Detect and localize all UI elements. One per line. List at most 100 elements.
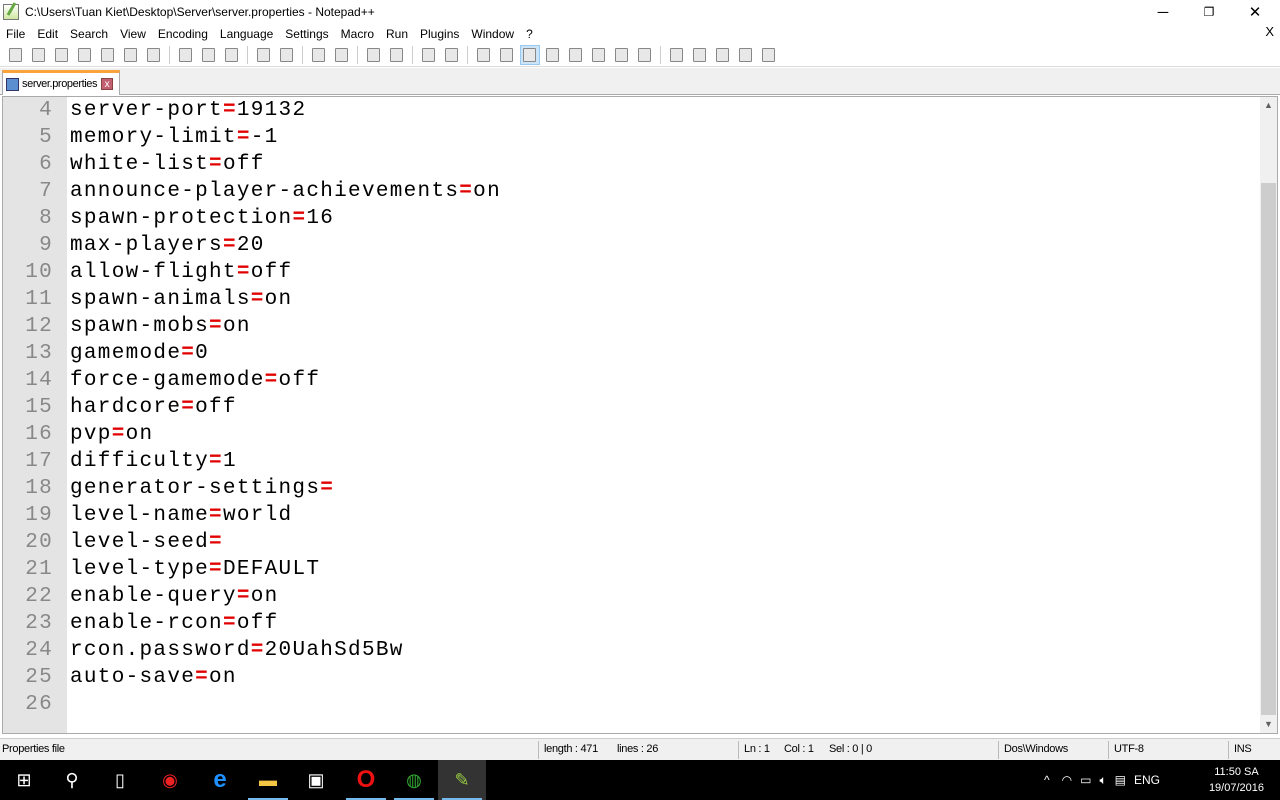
- open-file-icon[interactable]: [29, 45, 49, 65]
- code-line[interactable]: 21 level-type=DEFAULT: [3, 556, 1259, 583]
- sync-horizontal-icon[interactable]: [442, 45, 462, 65]
- code-line[interactable]: 18 generator-settings=: [3, 475, 1259, 502]
- find-icon[interactable]: [309, 45, 329, 65]
- menu-edit[interactable]: Edit: [31, 27, 64, 41]
- code-line[interactable]: 11 spawn-animals=on: [3, 286, 1259, 313]
- minimize-button[interactable]: ─: [1140, 0, 1186, 24]
- code-line[interactable]: 15 hardcore=off: [3, 394, 1259, 421]
- save-macro-icon[interactable]: [759, 45, 779, 65]
- vertical-scrollbar[interactable]: ▲ ▼: [1260, 97, 1277, 733]
- menu-plugins[interactable]: Plugins: [414, 27, 465, 41]
- replace-icon[interactable]: [332, 45, 352, 65]
- start-windows-icon[interactable]: ⊞: [0, 760, 48, 800]
- menu-view[interactable]: View: [114, 27, 152, 41]
- word-wrap-icon[interactable]: [474, 45, 494, 65]
- save-all-icon[interactable]: [75, 45, 95, 65]
- undo-icon[interactable]: [254, 45, 274, 65]
- code-line[interactable]: 7 announce-player-achievements=on: [3, 178, 1259, 205]
- code-line[interactable]: 8 spawn-protection=16: [3, 205, 1259, 232]
- function-list-icon[interactable]: [589, 45, 609, 65]
- indent-guide-icon[interactable]: [519, 44, 540, 65]
- code-line[interactable]: 13 gamemode=0: [3, 340, 1259, 367]
- language-indicator[interactable]: ENG: [1134, 773, 1160, 787]
- menu-run[interactable]: Run: [380, 27, 414, 41]
- battery-icon[interactable]: ▭: [1080, 773, 1091, 787]
- cut-icon[interactable]: [176, 45, 196, 65]
- restore-button[interactable]: ❐: [1186, 0, 1232, 24]
- close-icon[interactable]: [98, 45, 118, 65]
- folder-as-workspace-icon[interactable]: [612, 45, 632, 65]
- tab-server-properties[interactable]: server.properties x: [2, 70, 120, 95]
- editor[interactable]: 4 server-port=19132 5 memory-limit=-1 6 white…: [2, 96, 1278, 734]
- code-line[interactable]: 4 server-port=19132: [3, 97, 1259, 124]
- close-document-button[interactable]: X: [1265, 24, 1274, 39]
- code-line[interactable]: 22 enable-query=on: [3, 583, 1259, 610]
- opera-icon[interactable]: O: [342, 760, 390, 800]
- close-button[interactable]: ✕: [1232, 0, 1278, 24]
- editor-lines[interactable]: 4 server-port=19132 5 memory-limit=-1 6 white…: [3, 97, 1259, 718]
- code-line[interactable]: 26: [3, 691, 1259, 718]
- edge-icon[interactable]: e: [196, 760, 244, 800]
- task-view-icon[interactable]: ▯: [96, 760, 144, 800]
- menu-language[interactable]: Language: [214, 27, 279, 41]
- menu-window[interactable]: Window: [465, 27, 520, 41]
- recorder-app-icon[interactable]: ◉: [146, 760, 194, 800]
- play-macro-icon[interactable]: [713, 45, 733, 65]
- menu-settings[interactable]: Settings: [279, 27, 334, 41]
- menu-search[interactable]: Search: [64, 27, 114, 41]
- code-line[interactable]: 23 enable-rcon=off: [3, 610, 1259, 637]
- notepadpp-taskbar-icon[interactable]: ✎: [438, 760, 486, 800]
- scroll-down-icon[interactable]: ▼: [1260, 716, 1277, 733]
- monitoring-icon[interactable]: [635, 45, 655, 65]
- code-line[interactable]: 16 pvp=on: [3, 421, 1259, 448]
- line-text: pvp=on: [67, 423, 153, 446]
- chrome-icon[interactable]: ◍: [390, 760, 438, 800]
- clock[interactable]: 11:50 SA 19/07/2016: [1209, 764, 1264, 796]
- document-map-icon[interactable]: [566, 45, 586, 65]
- show-all-chars-icon[interactable]: [497, 45, 517, 65]
- code-line[interactable]: 25 auto-save=on: [3, 664, 1259, 691]
- taskbar: ⊞ ⚲ ▯ ◉ e ▬ ▣ O ◍ ✎ ^ ◠ ▭ 🔈︎ ▤ ENG 11:50…: [0, 760, 1280, 800]
- wifi-icon[interactable]: ◠: [1062, 773, 1072, 787]
- zoom-out-icon[interactable]: [387, 45, 407, 65]
- property-value: on: [125, 423, 154, 446]
- redo-icon[interactable]: [277, 45, 297, 65]
- menu-encoding[interactable]: Encoding: [152, 27, 214, 41]
- file-explorer-icon[interactable]: ▬: [244, 760, 292, 800]
- code-line[interactable]: 10 allow-flight=off: [3, 259, 1259, 286]
- scrollbar-thumb[interactable]: [1261, 183, 1276, 715]
- save-icon[interactable]: [52, 45, 72, 65]
- menu-file[interactable]: File: [0, 27, 31, 41]
- zoom-in-icon[interactable]: [364, 45, 384, 65]
- code-line[interactable]: 6 white-list=off: [3, 151, 1259, 178]
- code-line[interactable]: 19 level-name=world: [3, 502, 1259, 529]
- code-line[interactable]: 20 level-seed=: [3, 529, 1259, 556]
- code-line[interactable]: 9 max-players=20: [3, 232, 1259, 259]
- stop-recording-icon[interactable]: [690, 45, 710, 65]
- toolbar-separator: [247, 45, 248, 64]
- close-all-icon[interactable]: [121, 45, 141, 65]
- code-line[interactable]: 24 rcon.password=20UahSd5Bw: [3, 637, 1259, 664]
- code-line[interactable]: 17 difficulty=1: [3, 448, 1259, 475]
- chevron-up-icon[interactable]: ^: [1044, 773, 1050, 787]
- code-line[interactable]: 14 force-gamemode=off: [3, 367, 1259, 394]
- run-macro-multiple-icon[interactable]: [736, 45, 756, 65]
- store-icon[interactable]: ▣: [292, 760, 340, 800]
- user-defined-language-icon[interactable]: [543, 45, 563, 65]
- menu-help[interactable]: ?: [520, 27, 539, 41]
- print-icon[interactable]: [144, 45, 164, 65]
- code-line[interactable]: 5 memory-limit=-1: [3, 124, 1259, 151]
- sync-vertical-icon[interactable]: [419, 45, 439, 65]
- new-file-icon[interactable]: [6, 45, 26, 65]
- property-key: memory-limit: [70, 126, 237, 149]
- paste-icon[interactable]: [222, 45, 242, 65]
- volume-icon[interactable]: 🔈︎: [1099, 773, 1106, 788]
- tab-close-icon[interactable]: x: [101, 78, 114, 90]
- copy-icon[interactable]: [199, 45, 219, 65]
- notification-icon[interactable]: ▤: [1115, 773, 1126, 787]
- scroll-up-icon[interactable]: ▲: [1260, 97, 1277, 114]
- record-macro-icon[interactable]: [667, 45, 687, 65]
- code-line[interactable]: 12 spawn-mobs=on: [3, 313, 1259, 340]
- search-icon[interactable]: ⚲: [48, 760, 96, 800]
- menu-macro[interactable]: Macro: [335, 27, 380, 41]
